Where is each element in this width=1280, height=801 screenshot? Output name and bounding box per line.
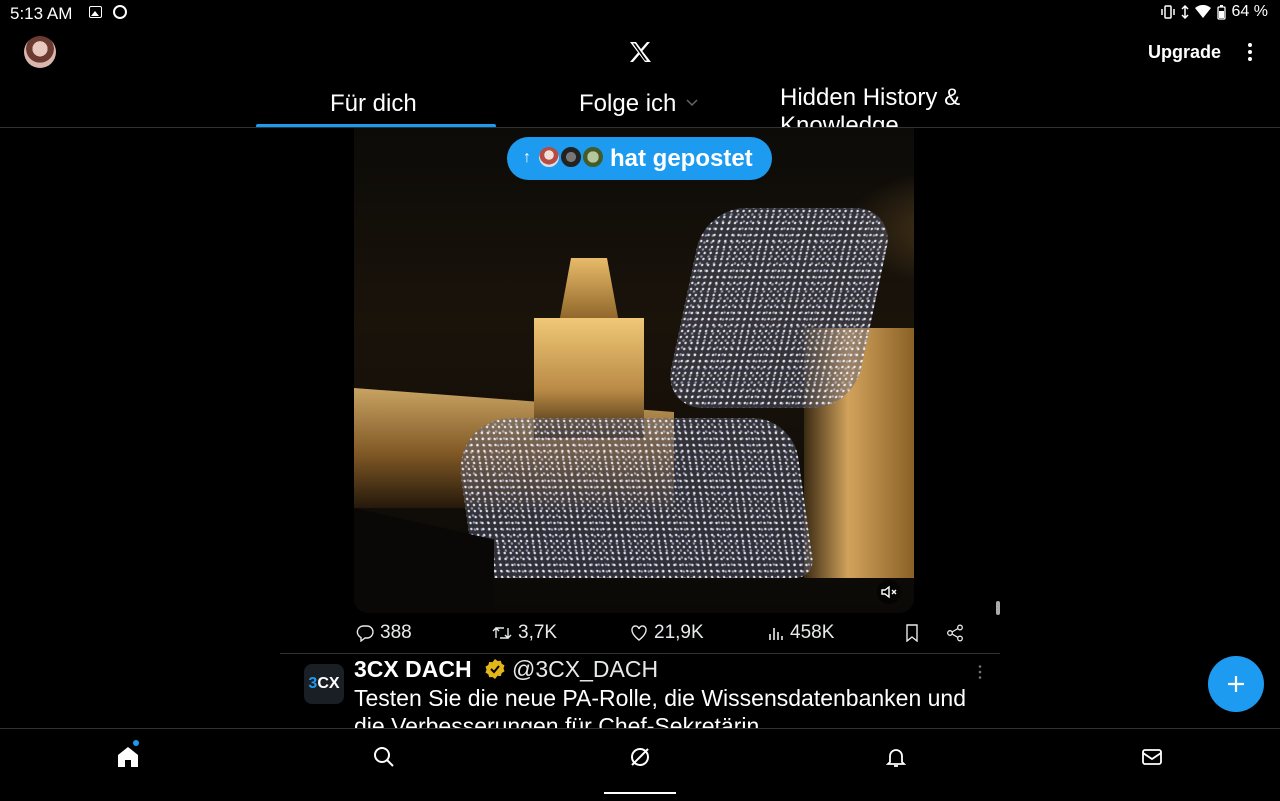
video-scene-tower-top	[559, 258, 619, 323]
scrollbar[interactable]	[996, 601, 1000, 615]
profile-avatar[interactable]	[24, 36, 56, 68]
tab-fuer-dich[interactable]: Für dich	[330, 90, 417, 118]
sync-notification-icon	[113, 5, 127, 19]
like-button[interactable]: 21,9K	[630, 622, 704, 644]
like-count: 21,9K	[654, 622, 704, 643]
tweet-author-avatar[interactable]: 3 CX	[304, 664, 344, 704]
heart-icon	[631, 625, 647, 641]
tab-hidden-history[interactable]: Hidden History & Knowledge	[780, 84, 980, 128]
tweet-more-icon[interactable]	[972, 664, 988, 680]
repost-icon	[492, 627, 512, 639]
bottom-navigation	[0, 728, 1280, 801]
pill-avatar	[559, 145, 583, 169]
more-options-icon[interactable]	[1242, 42, 1258, 62]
views-button[interactable]: 458K	[768, 622, 834, 644]
posted-pill-label: hat gepostet	[610, 145, 753, 172]
reply-icon	[356, 625, 374, 642]
speaker-muted-icon	[881, 585, 897, 599]
pill-avatar	[537, 145, 561, 169]
notifications-bell-icon[interactable]	[884, 745, 908, 769]
wifi-icon	[1194, 5, 1211, 18]
verified-badge-icon	[485, 659, 505, 679]
tweet-text[interactable]: Testen Sie die neue PA-Rolle, die Wissen…	[354, 684, 994, 728]
battery-icon	[1216, 4, 1226, 20]
tweet-author-handle[interactable]: @3CX_DACH	[512, 656, 658, 683]
avatar-logo-text: 3	[308, 675, 318, 692]
home-icon[interactable]	[116, 745, 140, 769]
compose-post-button[interactable]	[1208, 656, 1264, 712]
new-posts-pill[interactable]: ↑ hat gepostet	[507, 137, 772, 180]
avatar-logo-text: CX	[317, 675, 340, 692]
pill-avatar	[581, 145, 605, 169]
chevron-down-icon[interactable]	[686, 99, 698, 107]
data-transfer-icon	[1181, 5, 1189, 19]
post-divider	[280, 653, 1000, 654]
x-logo-icon	[630, 42, 651, 62]
home-unread-dot	[133, 740, 139, 746]
repost-count: 3,7K	[518, 622, 558, 643]
messages-envelope-icon[interactable]	[1140, 745, 1164, 769]
post-video[interactable]	[354, 128, 914, 613]
views-chart-icon	[769, 628, 783, 640]
bookmark-icon[interactable]	[904, 624, 920, 642]
image-notification-icon	[89, 6, 102, 18]
mute-button[interactable]	[877, 580, 901, 604]
tab-folge-ich[interactable]: Folge ich	[579, 90, 676, 118]
video-scene-crowd	[452, 418, 816, 578]
search-icon[interactable]	[372, 745, 396, 769]
share-icon[interactable]	[946, 624, 964, 642]
repost-button[interactable]: 3,7K	[492, 622, 557, 644]
status-bar: 5:13 AM 64 %	[0, 0, 1280, 26]
tweet-author-name[interactable]: 3CX DACH	[354, 656, 472, 683]
battery-percent: 64 %	[1231, 3, 1268, 20]
arrow-up-icon: ↑	[523, 149, 531, 166]
post-actions: 388 3,7K 21,9K 458K	[354, 622, 974, 648]
view-count: 458K	[790, 622, 835, 643]
grok-icon[interactable]	[628, 745, 652, 769]
reply-count: 388	[380, 622, 412, 643]
status-right: 64 %	[1160, 3, 1268, 21]
vibrate-icon	[1160, 5, 1175, 19]
plus-icon	[1228, 676, 1244, 692]
status-time: 5:13 AM	[10, 4, 73, 23]
reply-button[interactable]: 388	[356, 622, 412, 644]
upgrade-button[interactable]: Upgrade	[1148, 42, 1221, 63]
nav-selected-indicator	[604, 792, 676, 794]
